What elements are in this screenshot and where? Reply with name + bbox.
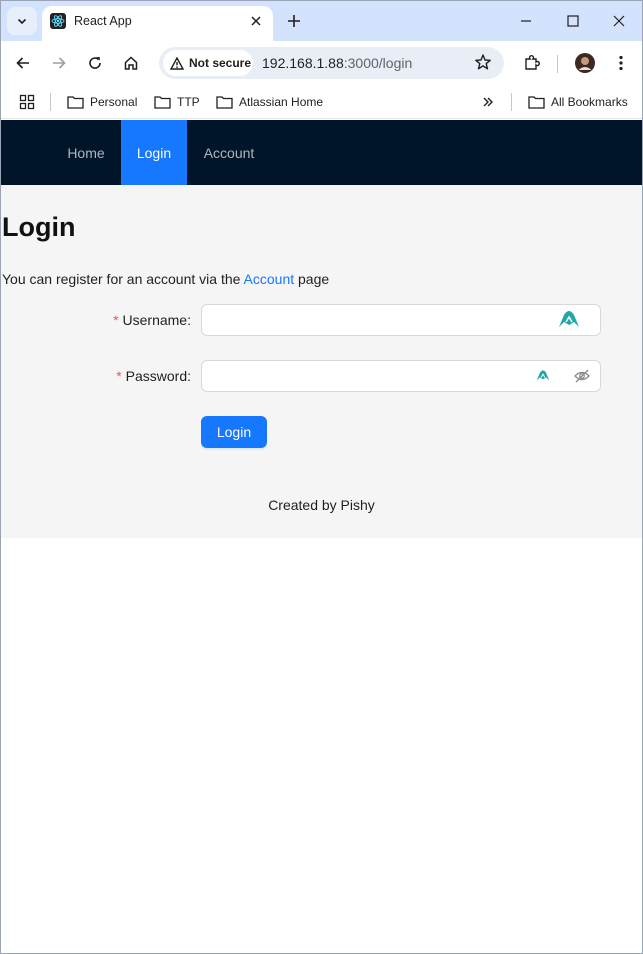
folder-icon xyxy=(216,96,233,109)
tab-search-button[interactable] xyxy=(7,7,37,35)
tab-title: React App xyxy=(74,14,132,28)
apps-grid-icon[interactable] xyxy=(19,92,35,112)
bookmark-label: Atlassian Home xyxy=(239,95,324,109)
page-title: Login xyxy=(2,212,76,242)
bookmark-personal[interactable]: Personal xyxy=(67,92,137,112)
puzzle-icon[interactable] xyxy=(518,49,546,77)
window-close-icon[interactable] xyxy=(599,7,639,35)
bookmark-label: TTP xyxy=(177,95,200,109)
kebab-menu-icon[interactable] xyxy=(607,49,635,77)
required-mark: * xyxy=(113,312,119,328)
account-link[interactable]: Account xyxy=(244,271,295,287)
nav-label: Account xyxy=(203,144,255,161)
browser-tab[interactable]: React App xyxy=(42,6,273,41)
nav-label: Home xyxy=(67,144,105,161)
url-host: 192.168.1.88 xyxy=(262,55,344,71)
forward-arrow-icon[interactable] xyxy=(45,49,73,77)
password-label-text: Password xyxy=(125,368,188,384)
intro-text: You can register for an account via the … xyxy=(2,271,329,287)
nav-label: Login xyxy=(136,144,172,161)
all-bookmarks-button[interactable]: All Bookmarks xyxy=(528,92,628,112)
star-icon[interactable] xyxy=(474,53,492,76)
login-button[interactable]: Login xyxy=(201,416,267,448)
minimize-icon[interactable] xyxy=(506,7,546,35)
nav-home[interactable]: Home xyxy=(51,120,121,185)
username-label: * Username: xyxy=(1,312,191,328)
warning-triangle-icon xyxy=(170,56,184,70)
required-mark: * xyxy=(116,368,122,384)
url-text: 192.168.1.88:3000/login xyxy=(262,55,412,71)
folder-icon xyxy=(154,96,171,109)
intro-suffix: page xyxy=(294,271,330,287)
bookmark-divider xyxy=(50,93,51,111)
username-input[interactable] xyxy=(201,304,601,336)
back-arrow-icon[interactable] xyxy=(9,49,37,77)
browser-toolbar: Not secure 192.168.1.88:3000/login xyxy=(1,41,642,85)
main-content: Login You can register for an account vi… xyxy=(1,185,642,538)
home-icon[interactable] xyxy=(117,49,145,77)
bookmark-label: Personal xyxy=(90,95,138,109)
footer-text: Created by Pishy xyxy=(268,497,375,513)
reload-icon[interactable] xyxy=(81,49,109,77)
close-icon[interactable] xyxy=(247,12,265,30)
nav-login[interactable]: Login xyxy=(121,120,187,185)
url-path: :3000/login xyxy=(343,55,413,71)
label-colon: : xyxy=(187,312,191,328)
username-label-text: Username xyxy=(122,312,188,328)
folder-icon xyxy=(67,96,84,109)
label-colon: : xyxy=(187,368,191,384)
toolbar-divider xyxy=(557,55,558,73)
tab-strip: React App xyxy=(1,1,642,41)
bookmarks-bar: Personal TTP Atlassian Home All Bookmark… xyxy=(1,85,642,119)
avatar-icon[interactable] xyxy=(571,49,599,77)
chevron-down-icon xyxy=(17,18,27,25)
password-manager-icon[interactable] xyxy=(536,369,550,382)
plus-icon[interactable] xyxy=(282,9,306,33)
web-page: Home Login Account Login You can registe… xyxy=(1,120,642,953)
app-nav: Home Login Account xyxy=(1,120,642,185)
address-bar[interactable]: Not secure 192.168.1.88:3000/login xyxy=(159,47,504,79)
intro-prefix: You can register for an account via the xyxy=(2,271,244,287)
react-icon xyxy=(50,13,66,29)
maximize-icon[interactable] xyxy=(553,7,593,35)
password-label: * Password: xyxy=(1,368,191,384)
eye-invisible-icon[interactable] xyxy=(574,369,590,383)
security-chip[interactable]: Not secure xyxy=(163,50,253,76)
password-input[interactable] xyxy=(201,360,601,392)
bookmark-atlassian-home[interactable]: Atlassian Home xyxy=(216,92,323,112)
security-label: Not secure xyxy=(189,56,252,70)
password-manager-icon[interactable] xyxy=(558,310,580,328)
nav-account[interactable]: Account xyxy=(187,120,271,185)
double-chevron-icon[interactable] xyxy=(482,92,494,112)
folder-icon xyxy=(528,96,545,109)
all-bookmarks-label: All Bookmarks xyxy=(551,95,628,109)
bookmark-divider xyxy=(511,93,512,111)
browser-window: React App Not secure 192.168.1.88:3000/l… xyxy=(0,0,643,954)
bookmark-ttp[interactable]: TTP xyxy=(154,92,200,112)
